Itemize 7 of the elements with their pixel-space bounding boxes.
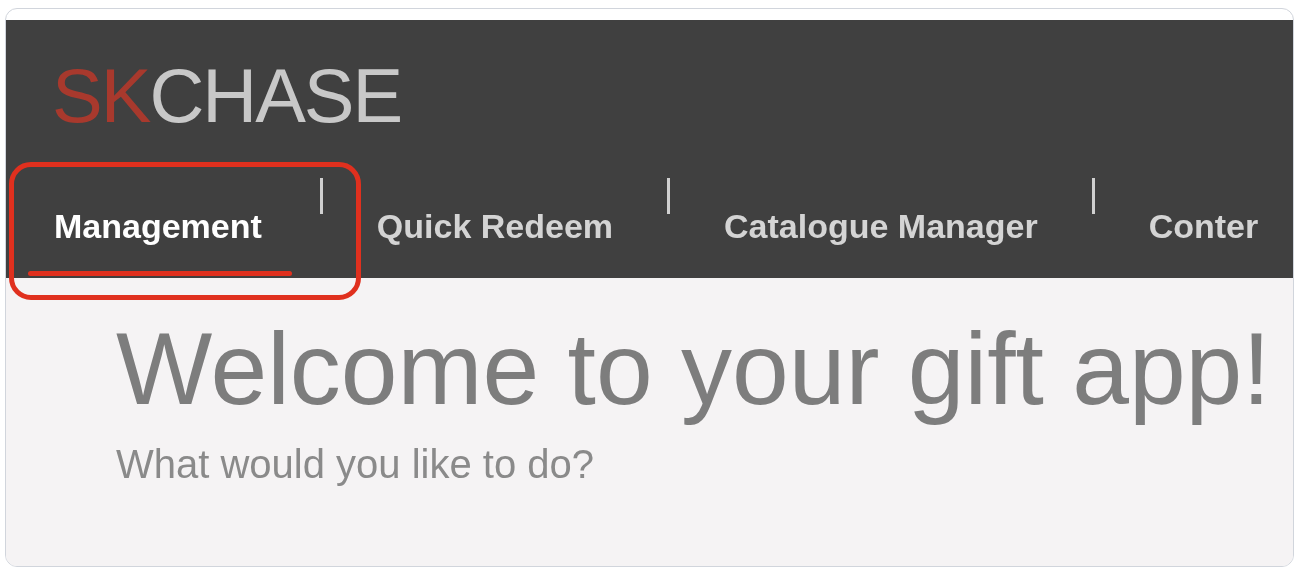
nav-tab[interactable]: Quick Redeem: [350, 160, 640, 278]
nav-tab[interactable]: Conter: [1122, 160, 1285, 278]
nav-tab[interactable]: Management: [6, 160, 292, 278]
subheading: What would you like to do?: [116, 444, 596, 485]
welcome-heading: Welcome to your gift app!: [116, 311, 1271, 428]
logo: SKCHASE: [51, 52, 403, 140]
nav-tab[interactable]: Catalogue Manager: [698, 160, 1064, 278]
